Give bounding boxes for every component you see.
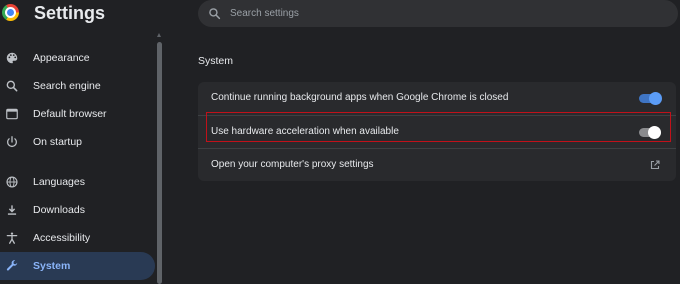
background-apps-toggle[interactable] <box>639 92 662 105</box>
section-title: System <box>198 55 234 67</box>
setting-row-background-apps[interactable]: Continue running background apps when Go… <box>198 82 676 115</box>
sidebar-item-downloads[interactable]: Downloads <box>0 196 155 224</box>
sidebar-item-label: Accessibility <box>33 232 91 244</box>
sidebar-item-appearance[interactable]: Appearance <box>0 44 155 72</box>
sidebar-item-accessibility[interactable]: Accessibility <box>0 224 155 252</box>
chrome-logo-icon <box>2 4 19 21</box>
toggle-knob <box>649 92 662 105</box>
external-link-icon[interactable] <box>649 159 661 171</box>
sidebar-item-label: On startup <box>33 136 83 148</box>
highlight-annotation-box <box>206 112 671 142</box>
globe-icon <box>6 176 18 188</box>
sidebar-scrollbar[interactable] <box>157 42 162 284</box>
sidebar-item-on-startup[interactable]: On startup <box>0 128 155 156</box>
setting-label: Continue running background apps when Go… <box>211 92 509 103</box>
sidebar-item-system[interactable]: System <box>0 252 155 280</box>
setting-label: Open your computer's proxy settings <box>211 159 374 170</box>
sidebar-item-default-browser[interactable]: Default browser <box>0 100 155 128</box>
sidebar-item-label: System <box>33 260 71 272</box>
page-title: Settings <box>34 3 106 23</box>
sidebar-item-search-engine[interactable]: Search engine <box>0 72 155 100</box>
sidebar-item-label: Search engine <box>33 80 101 92</box>
setting-row-proxy[interactable]: Open your computer's proxy settings <box>198 148 676 181</box>
search-icon <box>6 80 18 92</box>
sidebar-item-label: Default browser <box>33 108 107 120</box>
settings-window: Settings Appearance Search engine <box>0 0 680 284</box>
search-input[interactable] <box>230 0 660 27</box>
accessibility-icon <box>6 232 18 244</box>
search-box[interactable] <box>198 0 678 27</box>
sidebar-item-label: Appearance <box>33 52 90 64</box>
sidebar: Appearance Search engine Default browser… <box>0 40 160 284</box>
sidebar-item-label: Downloads <box>33 204 85 216</box>
search-icon <box>209 8 221 20</box>
sidebar-item-languages[interactable]: Languages <box>0 168 155 196</box>
wrench-icon <box>6 260 18 271</box>
power-icon <box>7 136 17 147</box>
browser-window-icon <box>6 108 18 120</box>
scroll-up-arrow[interactable] <box>157 33 161 37</box>
palette-icon <box>6 52 18 64</box>
header: Settings <box>0 0 680 30</box>
sidebar-item-label: Languages <box>33 176 85 188</box>
download-icon <box>7 205 17 215</box>
